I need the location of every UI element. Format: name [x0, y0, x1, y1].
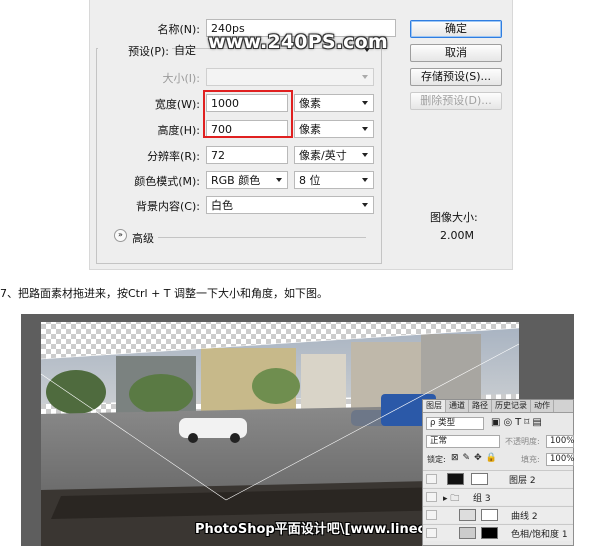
layer-name: 曲线 2: [511, 512, 538, 522]
layer-name: 色相/饱和度 1: [511, 530, 568, 540]
chevron-down-icon: [362, 75, 368, 79]
resolution-input[interactable]: 72: [206, 146, 288, 164]
tab-layers[interactable]: 图层: [423, 400, 446, 412]
red-highlight-box: [203, 90, 293, 138]
chevron-down-icon: [362, 101, 368, 105]
chevron-down-icon: [362, 127, 368, 131]
lock-row: 锁定: ⊠✎✥🔒 填充: 100%: [423, 451, 574, 468]
color-mode-value: RGB 颜色: [211, 174, 261, 187]
name-label: 名称(N):: [157, 23, 200, 36]
filter-row: ρ 类型 ▣◎T⌑▤: [423, 415, 573, 432]
color-mode-select[interactable]: RGB 颜色: [206, 171, 288, 189]
layer-mask-thumbnail: [471, 473, 488, 485]
visibility-toggle[interactable]: [426, 474, 437, 484]
layer-mask-thumbnail: [481, 509, 498, 521]
layer-thumbnail: [447, 473, 464, 485]
advanced-toggle-icon[interactable]: »: [114, 229, 127, 242]
lock-icons[interactable]: ⊠✎✥🔒: [451, 453, 501, 463]
resolution-unit-value: 像素/英寸: [299, 149, 347, 162]
image-size-value: 2.00M: [440, 229, 474, 242]
chevron-down-icon: [362, 153, 368, 157]
cancel-button[interactable]: 取消: [410, 44, 502, 62]
advanced-divider: [158, 237, 366, 238]
visibility-toggle[interactable]: [426, 528, 437, 538]
bit-depth-select[interactable]: 8 位: [294, 171, 374, 189]
height-unit-select[interactable]: 像素: [294, 120, 374, 138]
background-value: 白色: [211, 199, 233, 212]
layer-row[interactable]: 曲线 2: [423, 506, 573, 523]
panel-tabs: 图层 通道 路径 历史记录 动作: [423, 400, 573, 413]
filter-icons[interactable]: ▣◎T⌑▤: [491, 417, 545, 428]
height-label: 高度(H):: [157, 124, 200, 137]
watermark-text: www.240PS.com: [208, 31, 388, 53]
background-select[interactable]: 白色: [206, 196, 374, 214]
image-size-label: 图像大小:: [430, 211, 478, 224]
advanced-label: 高级: [132, 232, 154, 245]
layer-mask-thumbnail: [481, 527, 498, 539]
layer-filter-select[interactable]: ρ 类型: [426, 417, 484, 430]
layer-name: 组 3: [473, 494, 491, 504]
tab-history[interactable]: 历史记录: [492, 400, 531, 412]
fill-label: 填充:: [521, 455, 540, 464]
step-caption: 7、把路面素材拖进来，按Ctrl + T 调整一下大小和角度，如下图。: [0, 287, 328, 300]
background-label: 背景内容(C):: [136, 200, 200, 213]
chevron-down-icon: [362, 178, 368, 182]
blend-mode-value: 正常: [430, 436, 448, 446]
width-unit-select[interactable]: 像素: [294, 94, 374, 112]
adjustment-thumbnail: [459, 527, 476, 539]
blend-mode-select[interactable]: 正常: [426, 435, 500, 448]
size-select: [206, 68, 374, 86]
preset-label: 预设(P):: [98, 43, 172, 59]
lock-label: 锁定:: [427, 455, 446, 464]
resolution-unit-select[interactable]: 像素/英寸: [294, 146, 374, 164]
fill-input[interactable]: 100%: [546, 453, 574, 466]
opacity-input[interactable]: 100%: [546, 435, 574, 448]
group-expand-icon[interactable]: ▸ 🗀: [443, 491, 459, 507]
layers-panel: 图层 通道 路径 历史记录 动作 ρ 类型 ▣◎T⌑▤ 正常 不透明度: 100…: [422, 399, 574, 546]
width-label: 宽度(W):: [154, 98, 200, 111]
delete-preset-button: 删除预设(D)...: [410, 92, 502, 110]
layer-row[interactable]: 色相/饱和度 1: [423, 524, 573, 541]
tab-actions[interactable]: 动作: [531, 400, 554, 412]
bit-depth-value: 8 位: [299, 174, 321, 187]
chevron-down-icon: [276, 178, 282, 182]
tab-paths[interactable]: 路径: [469, 400, 492, 412]
photoshop-canvas: PhotoShop平面设计吧\[www.linecg.com/tieba/178…: [21, 314, 574, 546]
ok-button[interactable]: 确定: [410, 20, 502, 38]
preset-value: 自定: [174, 44, 196, 57]
layer-row[interactable]: 图层 2: [423, 470, 573, 487]
height-unit-value: 像素: [299, 123, 321, 136]
size-label: 大小(I):: [162, 72, 200, 85]
tab-channels[interactable]: 通道: [446, 400, 469, 412]
adjustment-thumbnail: [459, 509, 476, 521]
visibility-toggle[interactable]: [426, 510, 437, 520]
chevron-down-icon: [362, 203, 368, 207]
layer-name: 图层 2: [509, 476, 536, 486]
visibility-toggle[interactable]: [426, 492, 437, 502]
resolution-label: 分辨率(R):: [147, 150, 200, 163]
save-preset-button[interactable]: 存储预设(S)...: [410, 68, 502, 86]
width-unit-value: 像素: [299, 97, 321, 110]
blend-row: 正常 不透明度: 100%: [423, 433, 574, 450]
opacity-label: 不透明度:: [505, 437, 540, 446]
layer-row[interactable]: ▸ 🗀 组 3: [423, 488, 573, 505]
color-mode-label: 颜色模式(M):: [134, 175, 200, 188]
